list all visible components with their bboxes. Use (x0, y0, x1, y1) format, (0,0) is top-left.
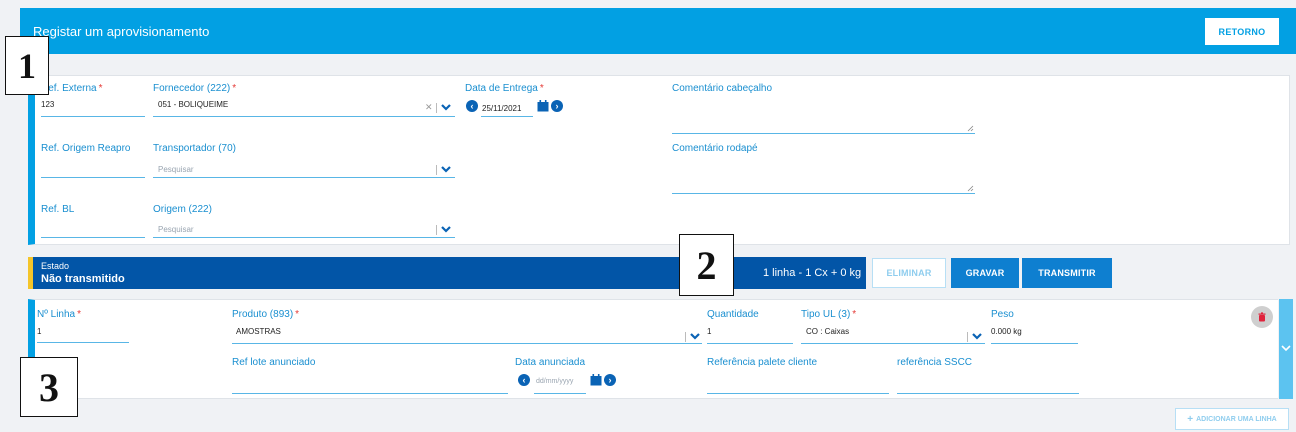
ref-palete-label: Referência palete cliente (707, 357, 818, 368)
tipo-ul-label: Tipo UL (3) * (801, 309, 857, 320)
eliminar-button[interactable]: ELIMINAR (872, 258, 946, 288)
calendar-icon[interactable] (537, 100, 549, 112)
delete-line-button[interactable] (1251, 306, 1273, 328)
peso-input[interactable]: 0.000 kg (991, 327, 1022, 336)
chevron-down-icon[interactable] (689, 331, 701, 341)
select-separator (967, 332, 968, 342)
chevron-down-icon[interactable] (1281, 344, 1291, 352)
tipo-ul-select[interactable]: CO : Caixas (806, 327, 849, 336)
chevron-down-icon[interactable] (440, 102, 452, 112)
comentario-rodape-textarea[interactable] (672, 158, 975, 194)
ref-externa-underline (41, 116, 145, 117)
status-value: Não transmitido (41, 273, 125, 285)
return-button[interactable]: RETORNO (1205, 18, 1279, 45)
supply-header-form: Ref. Externa * 123 Fornecedor (222) * 051 … (28, 75, 1290, 245)
comentario-cabecalho-textarea[interactable] (672, 98, 975, 134)
data-entrega-input[interactable]: 25/11/2021 (482, 104, 521, 113)
chevron-left-icon[interactable]: ‹ (466, 100, 478, 112)
line-expand-panel[interactable] (1279, 299, 1293, 399)
produto-label: Produto (893) * (232, 309, 300, 320)
ref-palete-input[interactable] (707, 393, 889, 394)
chevron-down-icon[interactable] (971, 331, 983, 341)
fornecedor-underline (153, 116, 455, 117)
ref-lote-input[interactable] (232, 393, 508, 394)
annotation-marker-3: 3 (20, 357, 78, 417)
data-anunciada-underline (534, 393, 586, 394)
data-anunciada-input[interactable]: dd/mm/yyyy (536, 378, 573, 385)
ref-sscc-input[interactable] (897, 393, 1079, 394)
data-anunciada-label: Data anunciada (515, 357, 586, 368)
page-header: Registar um aprovisionamento RETORNO (20, 8, 1296, 54)
n-linha-input[interactable]: 1 (37, 327, 41, 336)
annotation-marker-2: 2 (679, 234, 734, 296)
ref-origem-reapro-input[interactable] (41, 177, 145, 178)
produto-underline (232, 343, 702, 344)
fornecedor-label: Fornecedor (222) * (153, 83, 237, 94)
n-linha-label: Nº Linha * (37, 309, 82, 320)
quantidade-underline (707, 343, 793, 344)
ref-origem-reapro-label: Ref. Origem Reapro (41, 143, 131, 154)
gravar-button[interactable]: GRAVAR (951, 258, 1019, 288)
n-linha-underline (37, 342, 129, 343)
data-entrega-underline (481, 116, 533, 117)
transmitir-button[interactable]: TRANSMITIR (1022, 258, 1112, 288)
ref-lote-label: Ref lote anunciado (232, 357, 316, 368)
plus-icon: + (1187, 413, 1194, 425)
add-line-button[interactable]: + ADICIONAR UMA LINHA (1175, 408, 1289, 430)
resize-handle-icon[interactable] (966, 184, 974, 192)
trash-icon (1258, 312, 1266, 322)
chevron-right-icon[interactable]: › (604, 374, 616, 386)
origem-underline (153, 237, 455, 238)
data-entrega-label: Data de Entrega * (465, 83, 544, 94)
line-item-card: Nº Linha * 1 Produto (893) * AMOSTRAS Quan… (28, 299, 1278, 399)
comentario-rodape-label: Comentário rodapé (672, 143, 758, 154)
select-separator (436, 165, 437, 175)
calendar-icon[interactable] (590, 374, 602, 386)
select-separator (685, 332, 686, 342)
status-label: Estado (41, 261, 70, 271)
chevron-right-icon[interactable]: › (551, 100, 563, 112)
transportador-select[interactable]: Pesquisar (158, 165, 194, 174)
status-summary: 1 linha - 1 Cx + 0 kg (763, 267, 862, 279)
quantidade-label: Quantidade (707, 309, 759, 320)
clear-icon[interactable]: ✕ (425, 102, 433, 113)
status-bar: Estado Não transmitido 1 linha - 1 Cx + … (28, 257, 866, 289)
transportador-label: Transportador (70) (153, 143, 236, 154)
origem-label: Origem (222) (153, 204, 212, 215)
chevron-left-icon[interactable]: ‹ (518, 374, 530, 386)
ref-externa-label: Ref. Externa * (41, 83, 103, 94)
produto-select[interactable]: AMOSTRAS (236, 327, 281, 336)
page-title: Registar um aprovisionamento (33, 24, 210, 39)
annotation-marker-1: 1 (5, 36, 49, 95)
select-separator (436, 103, 437, 113)
ref-bl-input[interactable] (41, 237, 145, 238)
transportador-underline (153, 177, 455, 178)
ref-bl-label: Ref. BL (41, 204, 75, 215)
peso-underline (991, 343, 1078, 344)
add-line-label: ADICIONAR UMA LINHA (1196, 415, 1277, 423)
peso-label: Peso (991, 309, 1014, 320)
ref-sscc-label: referência SSCC (897, 357, 973, 368)
ref-externa-input[interactable]: 123 (41, 100, 54, 109)
fornecedor-select[interactable]: 051 - BOLIQUEIME (158, 100, 228, 109)
comentario-cabecalho-label: Comentário cabeçalho (672, 83, 773, 94)
resize-handle-icon[interactable] (966, 124, 974, 132)
chevron-down-icon[interactable] (440, 164, 452, 174)
chevron-down-icon[interactable] (440, 224, 452, 234)
select-separator (436, 225, 437, 235)
tipo-ul-underline (801, 343, 985, 344)
quantidade-input[interactable]: 1 (707, 327, 711, 336)
origem-select[interactable]: Pesquisar (158, 225, 194, 234)
